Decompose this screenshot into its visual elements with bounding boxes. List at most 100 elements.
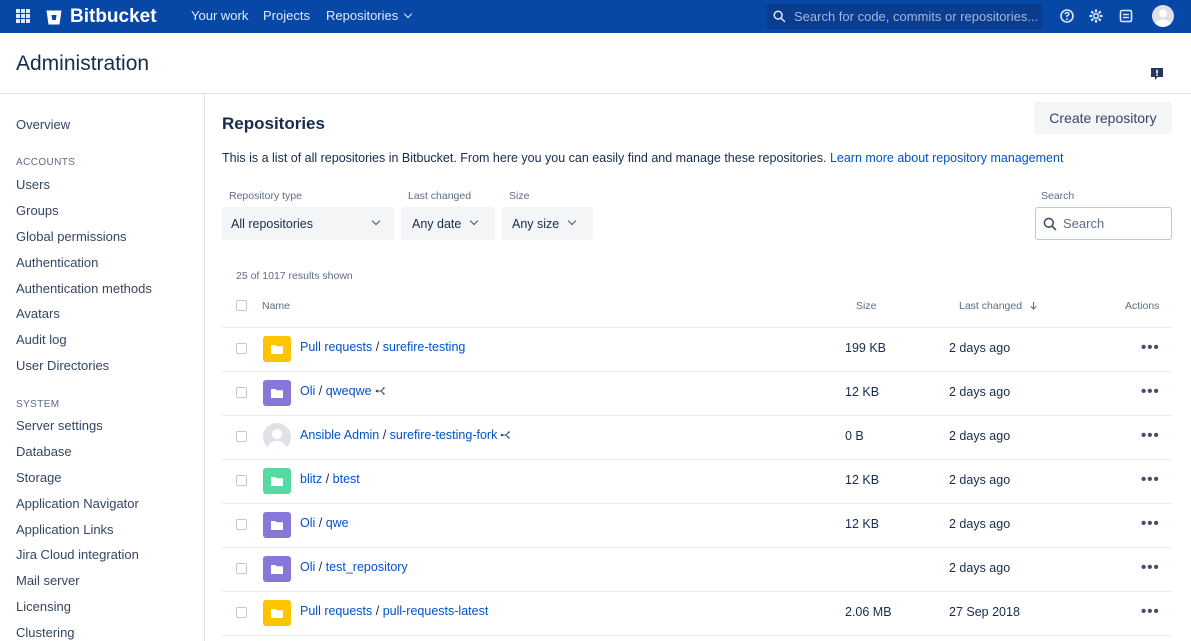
- repository-link[interactable]: surefire-testing-fork: [390, 428, 498, 442]
- learn-more-link[interactable]: Learn more about repository management: [830, 151, 1063, 165]
- repository-name: Oli / qweqwe: [300, 384, 385, 398]
- help-icon[interactable]: [1059, 8, 1075, 24]
- folder-icon: [271, 521, 283, 530]
- nav-repositories[interactable]: Repositories: [326, 8, 411, 23]
- row-checkbox[interactable]: [236, 519, 247, 530]
- sidebar-item-users[interactable]: Users: [16, 177, 50, 192]
- row-divider: [222, 591, 1172, 592]
- sidebar-item-database[interactable]: Database: [16, 444, 72, 459]
- repository-name: Ansible Admin / surefire-testing-fork: [300, 428, 511, 442]
- more-actions-icon[interactable]: •••: [1141, 559, 1160, 576]
- last-changed-select[interactable]: Any date: [401, 207, 495, 240]
- project-link[interactable]: blitz: [300, 472, 322, 486]
- last-changed-value: Any date: [412, 216, 462, 231]
- sidebar-item-user-directories[interactable]: User Directories: [16, 358, 109, 373]
- row-checkbox[interactable]: [236, 343, 247, 354]
- sidebar-item-avatars[interactable]: Avatars: [16, 306, 60, 321]
- repository-link[interactable]: pull-requests-latest: [383, 604, 489, 618]
- repository-link[interactable]: qweqwe: [326, 384, 372, 398]
- sidebar-item-licensing[interactable]: Licensing: [16, 599, 71, 614]
- user-avatar-icon: [1155, 9, 1171, 27]
- create-repository-button[interactable]: Create repository: [1034, 102, 1172, 134]
- notifications-icon[interactable]: [1118, 8, 1134, 24]
- sidebar-item-application-navigator[interactable]: Application Navigator: [16, 496, 139, 511]
- repository-size: 0 B: [845, 429, 864, 443]
- sidebar-item-application-links[interactable]: Application Links: [16, 522, 114, 537]
- sidebar-item-overview[interactable]: Overview: [16, 117, 70, 132]
- repository-size: 199 KB: [845, 341, 887, 355]
- sidebar-item-groups[interactable]: Groups: [16, 203, 59, 218]
- repository-size: 12 KB: [845, 385, 880, 399]
- bitbucket-logo-icon: [46, 10, 62, 24]
- sidebar-item-authentication[interactable]: Authentication: [16, 255, 98, 270]
- feedback-icon[interactable]: [1150, 67, 1164, 81]
- path-separator: /: [372, 340, 383, 354]
- repository-search-input[interactable]: Search: [1035, 207, 1172, 240]
- repository-link[interactable]: surefire-testing: [383, 340, 466, 354]
- column-header-last-changed[interactable]: Last changed: [959, 300, 1038, 312]
- repository-link[interactable]: test_repository: [326, 560, 408, 574]
- repository-last-changed: 2 days ago: [949, 429, 1011, 443]
- sidebar-item-global-permissions[interactable]: Global permissions: [16, 229, 127, 244]
- more-actions-icon[interactable]: •••: [1141, 515, 1160, 532]
- path-separator: /: [315, 560, 326, 574]
- more-actions-icon[interactable]: •••: [1141, 603, 1160, 620]
- path-separator: /: [379, 428, 390, 442]
- repository-last-changed: 2 days ago: [949, 561, 1011, 575]
- more-actions-icon[interactable]: •••: [1141, 383, 1160, 400]
- sidebar-item-storage[interactable]: Storage: [16, 470, 62, 485]
- bitbucket-logo[interactable]: Bitbucket: [46, 6, 157, 28]
- repository-type-value: All repositories: [231, 216, 313, 231]
- size-filter-value: Any size: [512, 216, 560, 231]
- nav-projects[interactable]: Projects: [263, 8, 310, 23]
- column-header-size[interactable]: Size: [856, 300, 876, 312]
- app-switcher-icon[interactable]: [16, 9, 30, 23]
- global-search-input[interactable]: Search for code, commits or repositories…: [767, 4, 1042, 29]
- sidebar-item-audit-log[interactable]: Audit log: [16, 332, 67, 347]
- select-all-checkbox[interactable]: [236, 300, 247, 311]
- sidebar-item-jira-cloud-integration[interactable]: Jira Cloud integration: [16, 547, 139, 562]
- repository-type-select[interactable]: All repositories: [222, 207, 394, 240]
- column-header-name[interactable]: Name: [262, 300, 290, 312]
- sidebar-item-server-settings[interactable]: Server settings: [16, 418, 103, 433]
- results-count: 25 of 1017 results shown: [236, 270, 353, 282]
- arrow-down-icon: [1030, 301, 1037, 310]
- nav-your-work[interactable]: Your work: [191, 8, 248, 23]
- repository-size: 12 KB: [845, 517, 880, 531]
- row-checkbox[interactable]: [236, 607, 247, 618]
- more-actions-icon[interactable]: •••: [1141, 427, 1160, 444]
- row-divider: [222, 635, 1172, 636]
- project-link[interactable]: Oli: [300, 516, 315, 530]
- user-avatar[interactable]: [1152, 5, 1174, 27]
- project-avatar: [263, 512, 291, 538]
- size-filter-select[interactable]: Any size: [502, 207, 593, 240]
- repository-link[interactable]: btest: [333, 472, 360, 486]
- project-link[interactable]: Pull requests: [300, 340, 372, 354]
- settings-gear-icon[interactable]: [1088, 8, 1104, 24]
- path-separator: /: [315, 516, 326, 530]
- sidebar-item-authentication-methods[interactable]: Authentication methods: [16, 281, 152, 296]
- sidebar-heading-system: SYSTEM: [16, 399, 60, 410]
- chevron-down-icon: [469, 216, 479, 226]
- user-avatar-icon: [268, 429, 286, 451]
- project-link[interactable]: Ansible Admin: [300, 428, 379, 442]
- row-checkbox[interactable]: [236, 431, 247, 442]
- row-checkbox[interactable]: [236, 387, 247, 398]
- sidebar-item-mail-server[interactable]: Mail server: [16, 573, 80, 588]
- row-checkbox[interactable]: [236, 475, 247, 486]
- more-actions-icon[interactable]: •••: [1141, 339, 1160, 356]
- more-actions-icon[interactable]: •••: [1141, 471, 1160, 488]
- folder-icon: [271, 609, 283, 618]
- repository-link[interactable]: qwe: [326, 516, 349, 530]
- path-separator: /: [372, 604, 383, 618]
- project-link[interactable]: Oli: [300, 384, 315, 398]
- row-checkbox[interactable]: [236, 563, 247, 574]
- page-title: Administration: [16, 52, 150, 75]
- project-avatar: [263, 600, 291, 626]
- project-link[interactable]: Pull requests: [300, 604, 372, 618]
- project-link[interactable]: Oli: [300, 560, 315, 574]
- sidebar-item-clustering[interactable]: Clustering: [16, 625, 75, 640]
- repository-last-changed: 2 days ago: [949, 385, 1011, 399]
- path-separator: /: [315, 384, 326, 398]
- top-navigation: Bitbucket Your work Projects Repositorie…: [0, 0, 1191, 33]
